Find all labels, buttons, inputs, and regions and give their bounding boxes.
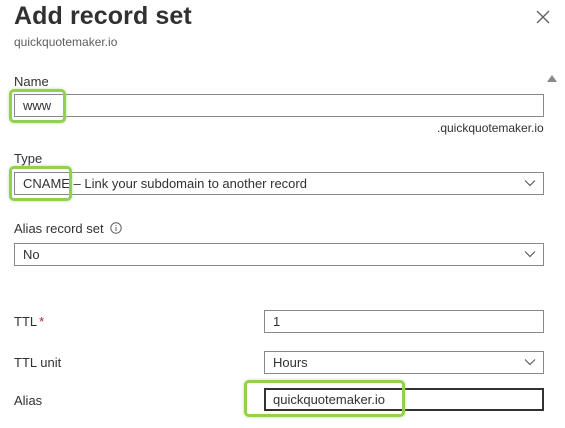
alias-record-set-label: Alias record set [14,221,122,236]
chevron-down-icon [524,251,536,258]
close-icon [536,10,550,24]
panel-title: Add record set [14,2,192,30]
scrollbar-up-arrow[interactable] [546,70,558,82]
type-select-value: CNAME – Link your subdomain to another r… [23,176,307,191]
info-icon[interactable] [109,222,122,234]
type-select[interactable]: CNAME – Link your subdomain to another r… [14,172,544,195]
alias-label: Alias [14,393,43,408]
alias-record-set-select[interactable]: No [14,243,544,266]
name-label: Name [14,74,49,89]
ttl-input[interactable] [264,310,544,333]
name-suffix: .quickquotemaker.io [437,121,544,135]
alias-input[interactable] [264,388,544,411]
chevron-down-icon [524,359,536,366]
ttl-unit-label: TTL unit [14,355,62,370]
alias-record-set-value: No [23,247,40,262]
required-indicator: * [39,314,45,329]
name-input[interactable] [14,94,544,117]
ttl-unit-select[interactable]: Hours [264,351,544,374]
chevron-down-icon [524,180,536,187]
type-label: Type [14,151,43,166]
scroll-up-icon [547,75,557,82]
panel-subtitle: quickquotemaker.io [14,35,118,49]
ttl-label: TTL * [14,314,45,329]
ttl-unit-value: Hours [273,355,308,370]
close-button[interactable] [533,7,553,27]
